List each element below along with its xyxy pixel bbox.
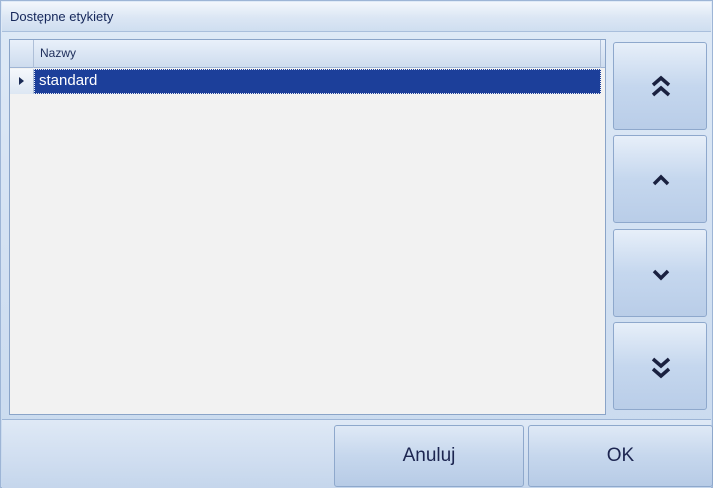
- header-corner: [10, 40, 34, 68]
- header-divider: [600, 40, 601, 68]
- double-chevron-down-icon: [651, 357, 671, 379]
- chevron-down-icon: [652, 269, 670, 281]
- list-cell-name[interactable]: standard: [34, 69, 601, 94]
- move-down-button[interactable]: [613, 229, 707, 317]
- chevron-up-icon: [652, 174, 670, 186]
- title-bar: Dostępne etykiety: [2, 2, 711, 32]
- ok-button[interactable]: OK: [528, 425, 713, 487]
- list-row-standard[interactable]: standard: [10, 69, 601, 94]
- move-bottom-button[interactable]: [613, 322, 707, 410]
- cancel-button[interactable]: Anuluj: [334, 425, 524, 487]
- double-chevron-up-icon: [651, 75, 671, 97]
- move-up-button[interactable]: [613, 135, 707, 223]
- column-header-names[interactable]: Nazwy: [40, 46, 76, 60]
- window-title: Dostępne etykiety: [10, 9, 114, 24]
- row-indicator-icon: [10, 69, 34, 94]
- labels-list[interactable]: Nazwy standard: [9, 39, 606, 415]
- move-top-button[interactable]: [613, 42, 707, 130]
- list-header: Nazwy: [10, 40, 605, 68]
- dialog-window: Dostępne etykiety Nazwy standard Anuluj …: [0, 0, 713, 488]
